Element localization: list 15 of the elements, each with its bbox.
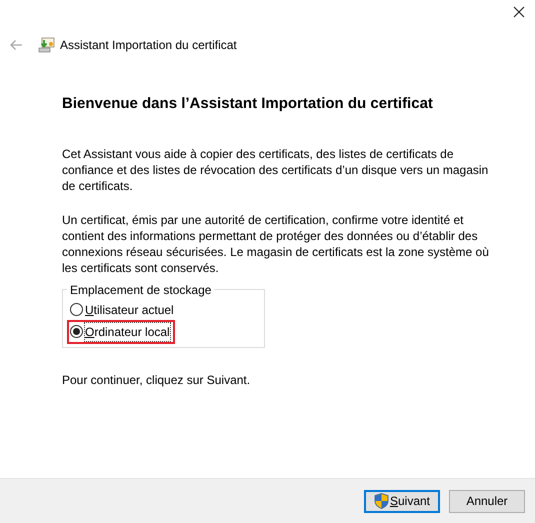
radio-label[interactable]: Utilisateur actuel — [85, 300, 174, 318]
cancel-button[interactable]: Annuler — [449, 490, 525, 512]
shield-icon — [374, 493, 389, 509]
certificate-icon — [38, 37, 56, 53]
close-icon[interactable] — [513, 6, 525, 18]
radio-button[interactable] — [70, 325, 83, 338]
hint-text: Pour continuer, cliquez sur Suivant. — [62, 372, 252, 388]
window-title: Assistant Importation du certificat — [60, 37, 237, 54]
wizard-heading: Bienvenue dans l’Assistant Importation du certificat — [62, 94, 434, 114]
group-label: Emplacement de stockage — [69, 282, 212, 298]
next-button[interactable]: Suivant — [364, 490, 440, 512]
description-text: Cet Assistant vous aide à copier des certificats, des listes de certificats de confiance et des listes de révocation des certificats d’un disque vers un magasin de certificats. — [62, 146, 490, 194]
radio-button[interactable] — [70, 303, 83, 316]
radio-label[interactable]: Ordinateur local — [85, 322, 170, 340]
description-text: Un certificat, émis par une autorité de certification, confirme votre identité et contient des informations permettant de protéger des données ou d’établir des connexions réseau sécurisées. Le magasin de certificats est la zone système où les certificats sont conservés. — [62, 212, 490, 276]
